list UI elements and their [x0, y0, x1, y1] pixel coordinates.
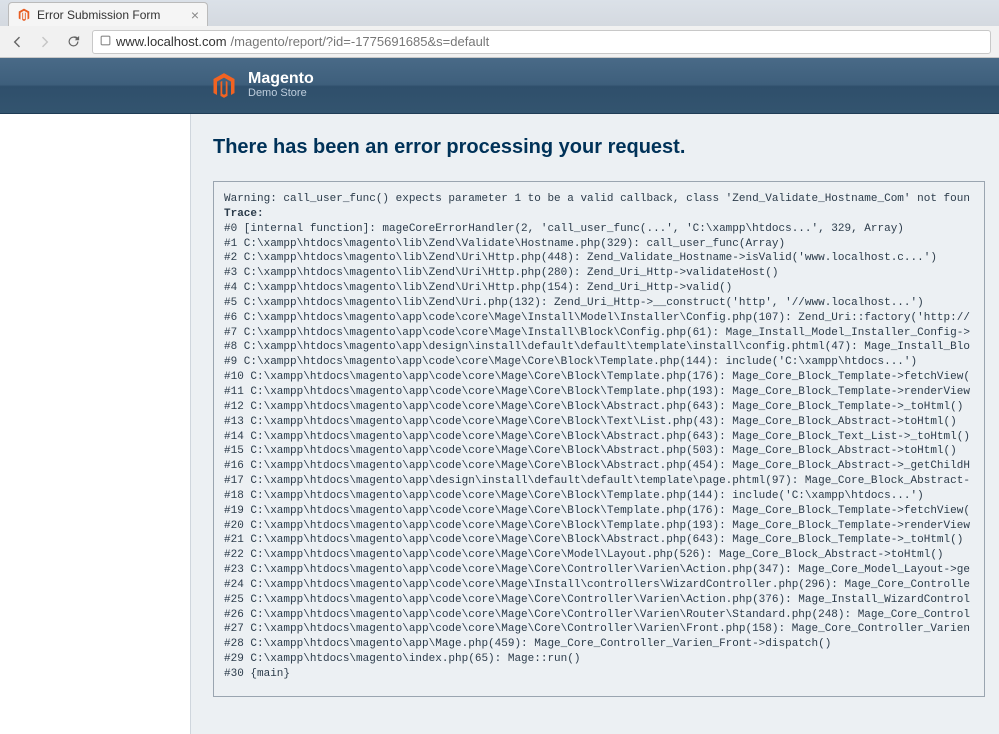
url-path: /magento/report/?id=-1775691685&s=defaul…	[231, 34, 490, 49]
forward-button[interactable]	[36, 33, 54, 51]
trace-line: #20 C:\xampp\htdocs\magento\app\code\cor…	[224, 519, 974, 534]
trace-line: Trace:	[224, 207, 974, 222]
trace-line: #29 C:\xampp\htdocs\magento\index.php(65…	[224, 652, 974, 667]
browser-toolbar: www.localhost.com/magento/report/?id=-17…	[0, 26, 999, 58]
magento-logo-icon	[210, 72, 238, 100]
trace-line: #4 C:\xampp\htdocs\magento\lib\Zend\Uri\…	[224, 281, 974, 296]
trace-viewport[interactable]: Warning: call_user_func() expects parame…	[224, 192, 974, 686]
trace-line: #8 C:\xampp\htdocs\magento\app\design\in…	[224, 340, 974, 355]
trace-line: #17 C:\xampp\htdocs\magento\app\design\i…	[224, 474, 974, 489]
url-host: www.localhost.com	[116, 34, 227, 49]
tab-title: Error Submission Form	[37, 8, 160, 22]
trace-line: #22 C:\xampp\htdocs\magento\app\code\cor…	[224, 548, 974, 563]
trace-line: #3 C:\xampp\htdocs\magento\lib\Zend\Uri\…	[224, 266, 974, 281]
trace-line: #12 C:\xampp\htdocs\magento\app\code\cor…	[224, 400, 974, 415]
reload-button[interactable]	[64, 33, 82, 51]
trace-line: #5 C:\xampp\htdocs\magento\lib\Zend\Uri.…	[224, 296, 974, 311]
trace-line: #13 C:\xampp\htdocs\magento\app\code\cor…	[224, 415, 974, 430]
trace-line: #14 C:\xampp\htdocs\magento\app\code\cor…	[224, 430, 974, 445]
trace-line: #16 C:\xampp\htdocs\magento\app\code\cor…	[224, 459, 974, 474]
trace-line: #21 C:\xampp\htdocs\magento\app\code\cor…	[224, 533, 974, 548]
error-trace-box: Warning: call_user_func() expects parame…	[213, 181, 985, 697]
trace-line: #15 C:\xampp\htdocs\magento\app\code\cor…	[224, 444, 974, 459]
browser-chrome: Error Submission Form × www.localhost.co…	[0, 0, 999, 58]
trace-line: #30 {main}	[224, 667, 974, 682]
left-gutter	[0, 58, 190, 734]
trace-line: #28 C:\xampp\htdocs\magento\app\Mage.php…	[224, 637, 974, 652]
trace-line: #24 C:\xampp\htdocs\magento\app\code\cor…	[224, 578, 974, 593]
tab-bar: Error Submission Form ×	[0, 0, 999, 26]
tab-close-icon[interactable]: ×	[191, 8, 199, 22]
trace-line: #1 C:\xampp\htdocs\magento\lib\Zend\Vali…	[224, 237, 974, 252]
back-button[interactable]	[8, 33, 26, 51]
site-header: Magento Demo Store	[0, 58, 999, 114]
trace-line: #10 C:\xampp\htdocs\magento\app\code\cor…	[224, 370, 974, 385]
trace-line: #0 [internal function]: mageCoreErrorHan…	[224, 222, 974, 237]
content: There has been an error processing your …	[190, 114, 999, 734]
trace-line: #23 C:\xampp\htdocs\magento\app\code\cor…	[224, 563, 974, 578]
brand-title: Magento	[248, 71, 314, 88]
trace-line: #19 C:\xampp\htdocs\magento\app\code\cor…	[224, 504, 974, 519]
trace-line: #18 C:\xampp\htdocs\magento\app\code\cor…	[224, 489, 974, 504]
trace-line: #26 C:\xampp\htdocs\magento\app\code\cor…	[224, 608, 974, 623]
trace-line: #27 C:\xampp\htdocs\magento\app\code\cor…	[224, 622, 974, 637]
url-bar[interactable]: www.localhost.com/magento/report/?id=-17…	[92, 30, 991, 54]
trace-line: #9 C:\xampp\htdocs\magento\app\code\core…	[224, 355, 974, 370]
trace-line: #2 C:\xampp\htdocs\magento\lib\Zend\Uri\…	[224, 251, 974, 266]
site-info-icon[interactable]	[99, 34, 112, 50]
trace-line: #11 C:\xampp\htdocs\magento\app\code\cor…	[224, 385, 974, 400]
page-title: There has been an error processing your …	[213, 136, 985, 159]
magento-favicon-icon	[17, 8, 31, 22]
trace-line: #25 C:\xampp\htdocs\magento\app\code\cor…	[224, 593, 974, 608]
trace-line: #7 C:\xampp\htdocs\magento\app\code\core…	[224, 326, 974, 341]
trace-line: #6 C:\xampp\htdocs\magento\app\code\core…	[224, 311, 974, 326]
brand-text: Magento Demo Store	[248, 71, 314, 99]
brand-subtitle: Demo Store	[248, 88, 314, 100]
browser-tab[interactable]: Error Submission Form ×	[8, 2, 208, 26]
trace-line: Warning: call_user_func() expects parame…	[224, 192, 974, 207]
